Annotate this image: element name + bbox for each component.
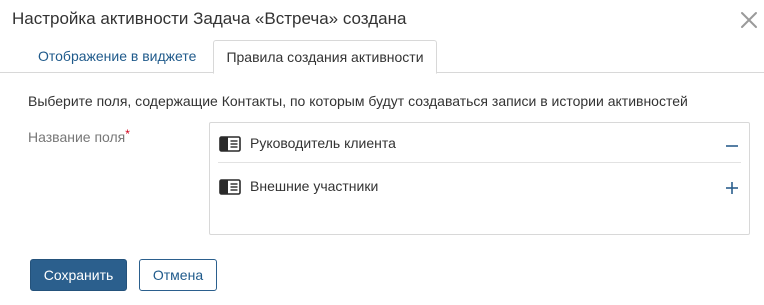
tab-bar: Отображение в виджете Правила создания а… [0, 40, 764, 74]
field-item-label: Внешние участники [250, 178, 379, 194]
add-icon[interactable] [724, 180, 740, 196]
list-item: Руководитель клиента [218, 123, 741, 163]
field-card-icon [219, 179, 241, 195]
remove-icon[interactable] [724, 138, 740, 154]
instruction-text: Выберите поля, содержащие Контакты, по к… [28, 93, 688, 109]
tab-activity-rules[interactable]: Правила создания активности [213, 40, 437, 74]
field-list: Руководитель клиента Внешние участники [209, 122, 750, 235]
field-item-label: Руководитель клиента [250, 135, 396, 151]
list-item: Внешние участники [218, 165, 741, 205]
cancel-button[interactable]: Отмена [139, 259, 217, 291]
field-name-label: Название поля* [28, 127, 130, 145]
tab-widget-display[interactable]: Отображение в виджете [38, 40, 196, 73]
close-icon[interactable] [738, 9, 760, 31]
save-button[interactable]: Сохранить [30, 259, 127, 291]
required-mark: * [125, 127, 130, 141]
field-card-icon [219, 136, 241, 152]
dialog-title: Настройка активности Задача «Встреча» со… [12, 9, 407, 28]
